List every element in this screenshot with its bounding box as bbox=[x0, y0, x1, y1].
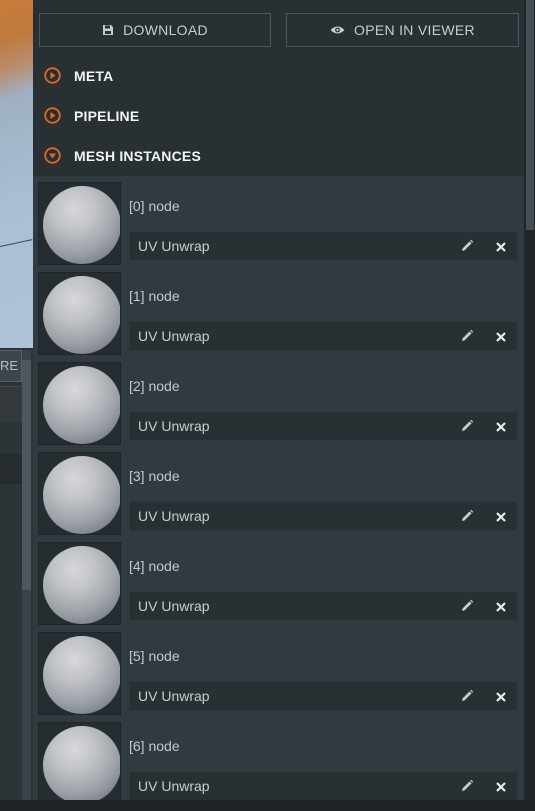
close-icon[interactable] bbox=[495, 510, 507, 522]
mesh-instance-item: [5] node UV Unwrap bbox=[33, 626, 524, 716]
mesh-thumbnail[interactable] bbox=[38, 272, 121, 355]
open-in-viewer-button[interactable]: OPEN IN VIEWER bbox=[286, 13, 519, 47]
node-label: [1] node bbox=[129, 288, 180, 304]
mesh-thumbnail[interactable] bbox=[38, 362, 121, 445]
side-panel: DOWNLOAD OPEN IN VIEWER META PIPELINE ME… bbox=[33, 0, 524, 800]
modifier-name: UV Unwrap bbox=[138, 418, 210, 434]
pencil-icon[interactable] bbox=[460, 509, 474, 523]
mesh-thumbnail[interactable] bbox=[38, 722, 121, 800]
mesh-thumbnail[interactable] bbox=[38, 452, 121, 535]
sphere-preview bbox=[43, 726, 120, 800]
panel-toolbar: DOWNLOAD OPEN IN VIEWER bbox=[33, 0, 524, 56]
pencil-icon[interactable] bbox=[460, 599, 474, 613]
modifier-row[interactable]: UV Unwrap bbox=[129, 321, 518, 351]
section-meta-label: META bbox=[74, 68, 114, 84]
sphere-preview bbox=[43, 546, 120, 624]
chevron-down-circle-icon bbox=[44, 147, 61, 164]
sphere-preview bbox=[43, 456, 120, 534]
node-label: [0] node bbox=[129, 198, 180, 214]
close-icon[interactable] bbox=[495, 600, 507, 612]
download-button-label: DOWNLOAD bbox=[123, 22, 208, 38]
left-partial-button-label: RE bbox=[0, 358, 19, 373]
modifier-name: UV Unwrap bbox=[138, 598, 210, 614]
play-circle-icon bbox=[44, 107, 61, 124]
modifier-row[interactable]: UV Unwrap bbox=[129, 501, 518, 531]
sphere-preview bbox=[43, 636, 120, 714]
modifier-name: UV Unwrap bbox=[138, 238, 210, 254]
node-label: [6] node bbox=[129, 738, 180, 754]
left-partial-row bbox=[0, 386, 22, 422]
mesh-instance-item: [1] node UV Unwrap bbox=[33, 266, 524, 356]
pencil-icon[interactable] bbox=[460, 689, 474, 703]
mesh-instance-item: [0] node UV Unwrap bbox=[33, 176, 524, 266]
panel-scrollbar-thumb[interactable] bbox=[526, 0, 534, 230]
close-icon[interactable] bbox=[495, 240, 507, 252]
section-mesh-instances[interactable]: MESH INSTANCES bbox=[33, 136, 524, 176]
close-icon[interactable] bbox=[495, 780, 507, 792]
mesh-instance-item: [4] node UV Unwrap bbox=[33, 536, 524, 626]
section-mesh-instances-label: MESH INSTANCES bbox=[74, 148, 201, 164]
modifier-row[interactable]: UV Unwrap bbox=[129, 231, 518, 261]
modifier-row[interactable]: UV Unwrap bbox=[129, 771, 518, 800]
3d-viewport[interactable] bbox=[0, 0, 33, 348]
modifier-name: UV Unwrap bbox=[138, 508, 210, 524]
section-pipeline[interactable]: PIPELINE bbox=[33, 96, 524, 136]
play-circle-icon bbox=[44, 67, 61, 84]
section-pipeline-label: PIPELINE bbox=[74, 108, 140, 124]
open-in-viewer-label: OPEN IN VIEWER bbox=[354, 22, 475, 38]
mesh-thumbnail[interactable] bbox=[38, 182, 121, 265]
section-list: META PIPELINE MESH INSTANCES bbox=[33, 56, 524, 176]
modifier-name: UV Unwrap bbox=[138, 688, 210, 704]
modifier-row[interactable]: UV Unwrap bbox=[129, 681, 518, 711]
sphere-preview bbox=[43, 366, 120, 444]
node-label: [5] node bbox=[129, 648, 180, 664]
left-scrollbar-thumb[interactable] bbox=[22, 360, 31, 590]
close-icon[interactable] bbox=[495, 420, 507, 432]
mesh-thumbnail[interactable] bbox=[38, 632, 121, 715]
mesh-thumbnail[interactable] bbox=[38, 542, 121, 625]
bottom-status-strip bbox=[0, 800, 535, 811]
left-partial-button[interactable]: RE bbox=[0, 350, 22, 382]
eye-icon bbox=[330, 25, 345, 35]
sphere-preview bbox=[43, 186, 120, 264]
mesh-instance-item: [2] node UV Unwrap bbox=[33, 356, 524, 446]
section-meta[interactable]: META bbox=[33, 56, 524, 96]
sphere-preview bbox=[43, 276, 120, 354]
modifier-name: UV Unwrap bbox=[138, 328, 210, 344]
node-label: [2] node bbox=[129, 378, 180, 394]
close-icon[interactable] bbox=[495, 330, 507, 342]
close-icon[interactable] bbox=[495, 690, 507, 702]
download-button[interactable]: DOWNLOAD bbox=[39, 13, 271, 47]
node-label: [3] node bbox=[129, 468, 180, 484]
modifier-row[interactable]: UV Unwrap bbox=[129, 591, 518, 621]
modifier-row[interactable]: UV Unwrap bbox=[129, 411, 518, 441]
pencil-icon[interactable] bbox=[460, 329, 474, 343]
node-label: [4] node bbox=[129, 558, 180, 574]
save-icon bbox=[102, 24, 114, 36]
modifier-name: UV Unwrap bbox=[138, 778, 210, 794]
pencil-icon[interactable] bbox=[460, 419, 474, 433]
pencil-icon[interactable] bbox=[460, 239, 474, 253]
mesh-instance-item: [6] node UV Unwrap bbox=[33, 716, 524, 800]
pencil-icon[interactable] bbox=[460, 779, 474, 793]
mesh-instance-item: [3] node UV Unwrap bbox=[33, 446, 524, 536]
left-partial-row-selected bbox=[0, 454, 22, 484]
